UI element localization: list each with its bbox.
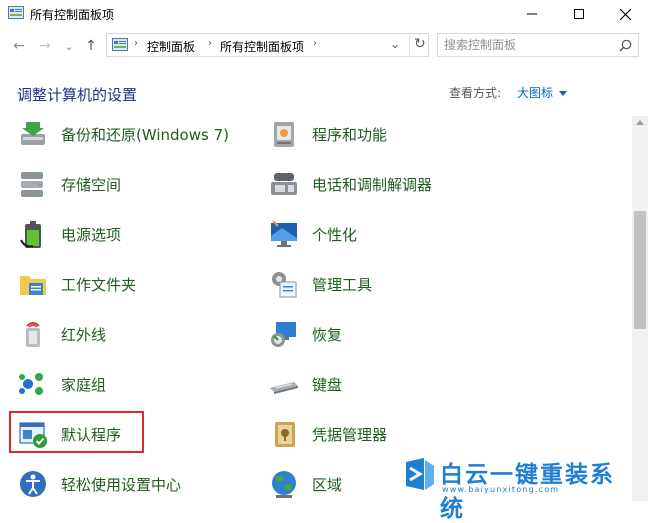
infrared-icon: [26, 322, 40, 347]
item-label: 工作文件夹: [61, 275, 137, 294]
maximize-icon: [574, 9, 584, 19]
address-dropdown-icon[interactable]: ⌄: [390, 37, 400, 51]
item-phone-modem[interactable]: 电话和调制解调器: [268, 166, 432, 202]
up-button[interactable]: ↑: [82, 36, 100, 56]
breadcrumb-separator: ›: [134, 38, 138, 49]
view-by-value: 大图标: [517, 86, 554, 100]
item-label: 家庭组: [61, 375, 107, 394]
item-label: 键盘: [312, 375, 343, 394]
homegroup-icon: [19, 373, 43, 395]
refresh-icon[interactable]: ↻: [409, 36, 426, 54]
item-label: 轻松使用设置中心: [61, 475, 182, 494]
view-by-label: 查看方式:: [449, 86, 502, 100]
item-keyboard[interactable]: 键盘: [268, 366, 342, 402]
up-arrow-icon: ↑: [85, 38, 97, 54]
breadcrumb-control-panel[interactable]: 控制面板: [147, 38, 195, 55]
backup-restore-icon: [21, 122, 45, 145]
chevron-down-icon: ⌄: [64, 39, 74, 53]
item-power-options[interactable]: 电源选项: [17, 216, 121, 252]
item-work-folders[interactable]: 工作文件夹: [17, 266, 136, 302]
item-label: 管理工具: [312, 275, 373, 294]
item-label: 区域: [312, 475, 343, 494]
phone-modem-icon: [271, 173, 297, 195]
ease-of-access-icon: [20, 471, 46, 497]
window-title: 所有控制面板项: [30, 8, 115, 22]
item-personalization[interactable]: 个性化: [268, 216, 357, 252]
watermark: 白云一键重装系统 www.baiyunxitong.com: [402, 452, 638, 522]
scroll-up-arrow-icon[interactable]: [636, 120, 644, 125]
item-credential-manager[interactable]: 凭据管理器: [268, 416, 387, 452]
scrollbar-thumb[interactable]: [634, 211, 646, 329]
item-recovery[interactable]: 恢复: [268, 316, 342, 352]
keyboard-icon: [270, 382, 298, 394]
back-button[interactable]: ←: [10, 36, 28, 56]
item-label: 程序和功能: [312, 125, 388, 144]
credential-manager-icon: [275, 422, 295, 447]
search-input[interactable]: [444, 37, 614, 53]
minimize-icon: [527, 13, 537, 15]
navigation-bar: ← → ⌄ ↑ › 控制面板 › 所有控制面板项 › ⌄ ↻: [0, 30, 648, 62]
recovery-icon: [271, 322, 296, 347]
control-panel-icon: [112, 38, 128, 51]
item-admin-tools[interactable]: 管理工具: [268, 266, 372, 302]
item-programs-features[interactable]: 程序和功能: [268, 116, 387, 152]
item-label: 存储空间: [61, 175, 122, 194]
maximize-button[interactable]: [556, 0, 602, 28]
vertical-scrollbar[interactable]: [632, 116, 648, 501]
admin-tools-icon: [272, 272, 297, 298]
recent-locations-button[interactable]: ⌄: [60, 36, 78, 56]
item-label: 备份和还原(Windows 7): [61, 125, 229, 144]
item-label: 电话和调制解调器: [312, 175, 433, 194]
breadcrumb-all-items[interactable]: 所有控制面板项: [220, 38, 304, 55]
close-button[interactable]: [602, 0, 648, 28]
page-title: 调整计算机的设置: [17, 86, 138, 104]
item-ease-of-access[interactable]: 轻松使用设置中心: [17, 466, 181, 501]
minimize-button[interactable]: [509, 0, 555, 28]
address-bar[interactable]: › 控制面板 › 所有控制面板项 › ⌄ ↻: [106, 33, 429, 57]
item-storage-spaces[interactable]: 存储空间: [17, 166, 121, 202]
breadcrumb-separator[interactable]: ›: [208, 38, 212, 49]
title-bar: 所有控制面板项: [0, 0, 648, 28]
search-icon[interactable]: [619, 39, 632, 52]
forward-arrow-icon: →: [39, 38, 51, 54]
personalization-icon: [271, 220, 297, 247]
view-by-dropdown[interactable]: 大图标: [517, 84, 568, 101]
breadcrumb-separator[interactable]: ›: [313, 38, 317, 49]
dropdown-caret-icon: [559, 91, 568, 96]
power-options-icon: [20, 221, 41, 248]
back-arrow-icon: ←: [13, 38, 25, 54]
storage-spaces-icon: [21, 172, 43, 197]
highlight-box: [9, 411, 144, 453]
item-label: 电源选项: [61, 225, 122, 244]
programs-features-icon: [274, 122, 294, 147]
watermark-logo-icon: [406, 458, 434, 490]
search-box[interactable]: [437, 33, 639, 57]
item-label: 恢复: [312, 325, 343, 344]
control-panel-app-icon: [8, 6, 24, 19]
item-label: 红外线: [61, 325, 107, 344]
item-homegroup[interactable]: 家庭组: [17, 366, 106, 402]
watermark-url: www.baiyunxitong.com: [442, 485, 560, 494]
forward-button[interactable]: →: [36, 36, 54, 56]
region-icon: [272, 471, 296, 498]
item-label: 凭据管理器: [312, 425, 388, 444]
work-folders-icon: [20, 276, 46, 295]
item-infrared[interactable]: 红外线: [17, 316, 106, 352]
item-region[interactable]: 区域: [268, 466, 342, 501]
item-label: 个性化: [312, 225, 358, 244]
item-backup-restore[interactable]: 备份和还原(Windows 7): [17, 116, 229, 152]
close-icon: [619, 8, 631, 20]
